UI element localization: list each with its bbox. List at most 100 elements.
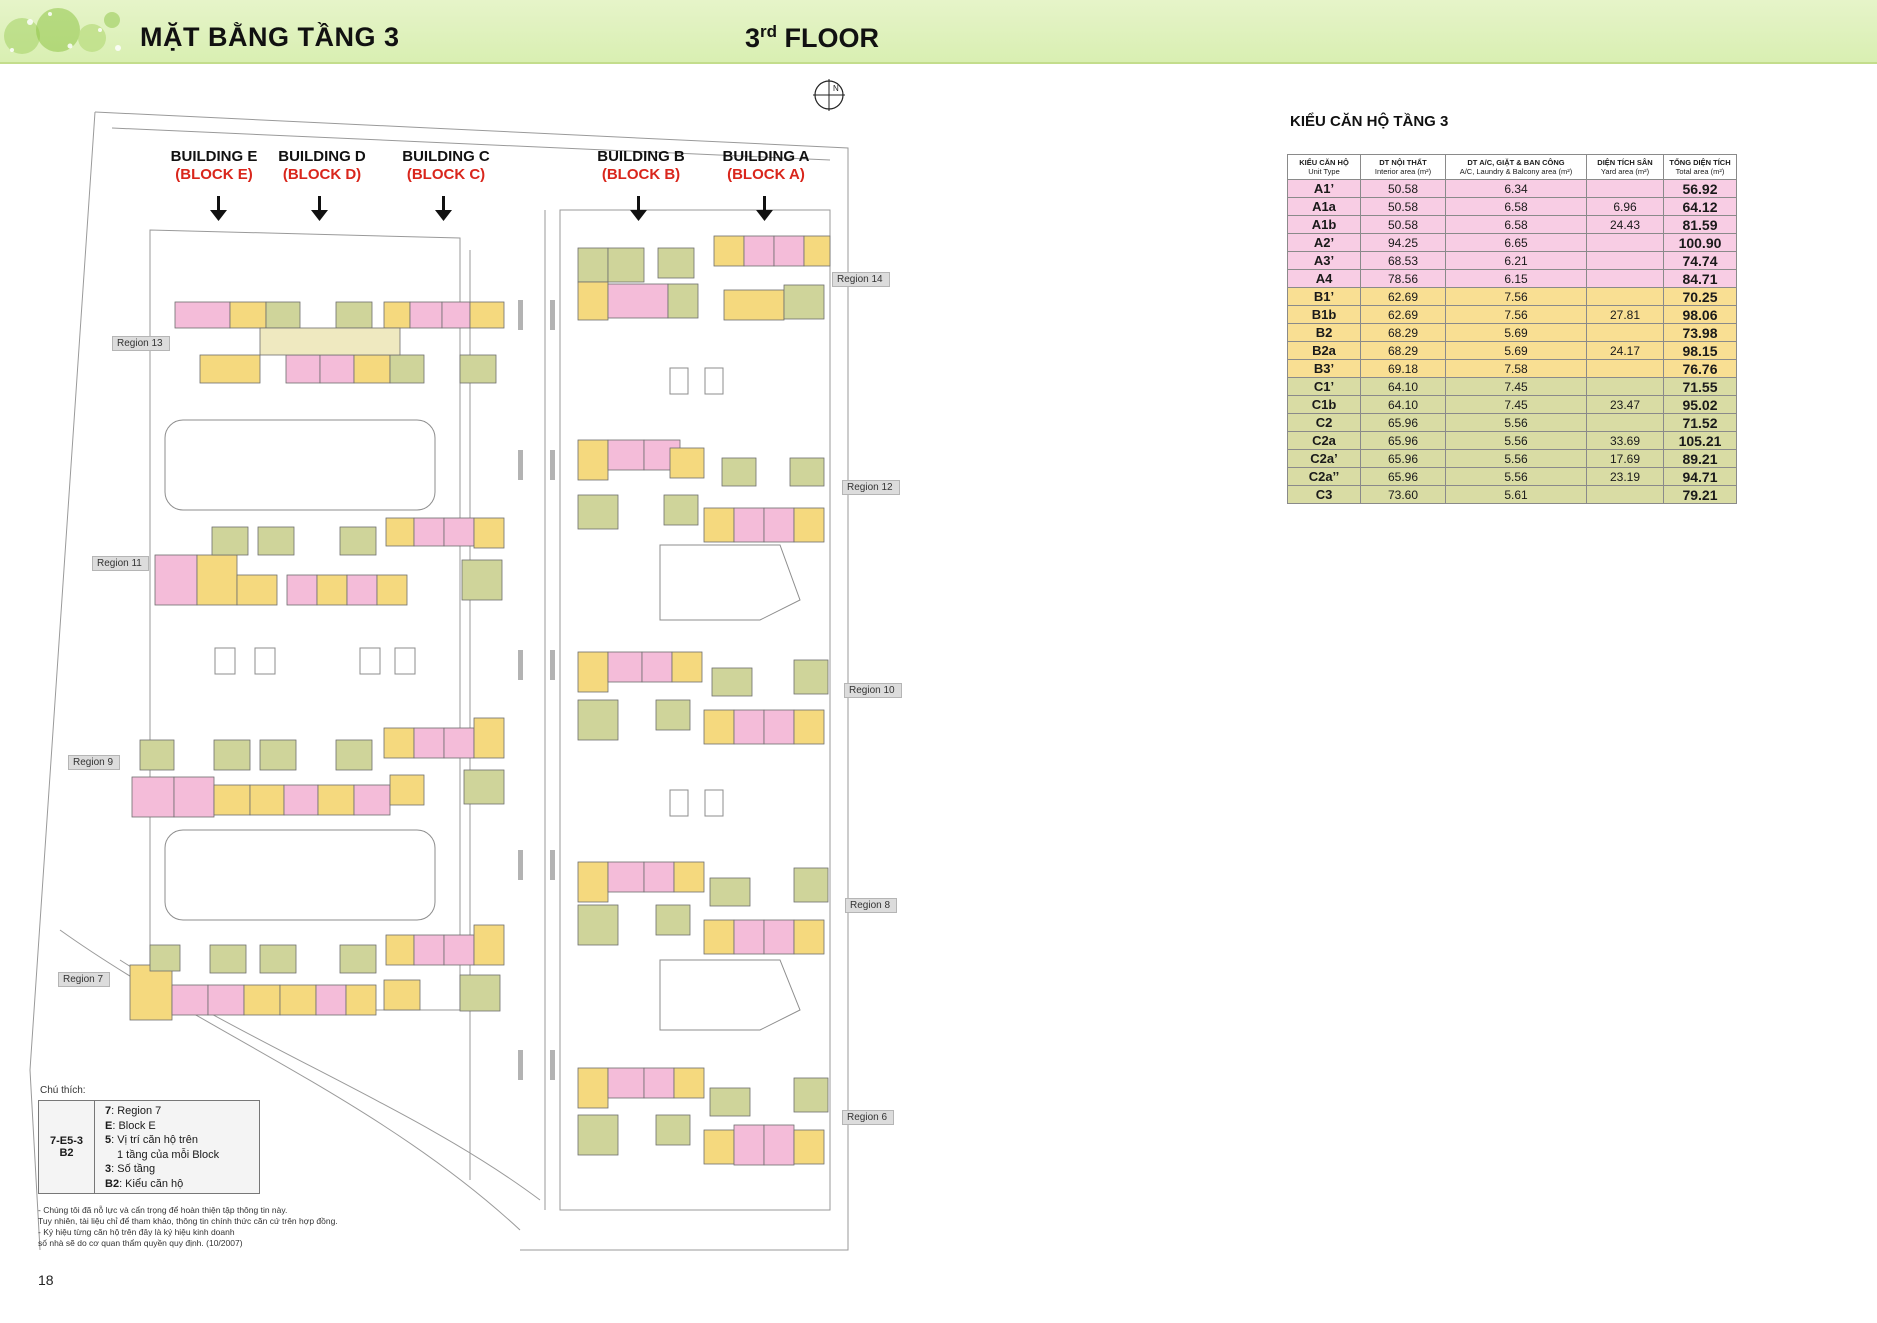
cell-yard bbox=[1586, 413, 1664, 432]
cell-unit-type: C1b bbox=[1287, 395, 1361, 414]
table-row: C2a 65.96 5.56 33.69 105.21 bbox=[1287, 431, 1737, 450]
legend-lines: 7: Region 7 E: Block E 5: Vị trí căn hộ … bbox=[105, 1104, 219, 1191]
note-line: số nhà sẽ do cơ quan thẩm quyền quy định… bbox=[38, 1238, 243, 1248]
legend-item: 1 tầng của mỗi Block bbox=[117, 1148, 220, 1161]
cell-yard bbox=[1586, 251, 1664, 270]
unit-table-body: A1’ 50.58 6.34 56.92 A1a 50.58 6.58 6.96 64.12 A1… bbox=[1287, 179, 1737, 504]
cell-yard bbox=[1586, 377, 1664, 396]
block-b-name: (BLOCK B) bbox=[601, 166, 681, 183]
cell-interior: 65.96 bbox=[1360, 467, 1446, 486]
cell-interior: 68.53 bbox=[1360, 251, 1446, 270]
cell-total: 105.21 bbox=[1663, 431, 1737, 450]
arrow-block-a-icon bbox=[756, 196, 773, 221]
col-header-interior: DT NỘI THẤT Interior area (m²) bbox=[1360, 154, 1446, 180]
unit-table-title: KIỂU CĂN HỘ TẦNG 3 bbox=[1290, 113, 1449, 130]
cell-total: 89.21 bbox=[1663, 449, 1737, 468]
cell-interior: 50.58 bbox=[1360, 215, 1446, 234]
legend-item: E: Block E bbox=[105, 1119, 156, 1132]
cell-ac-balcony: 6.65 bbox=[1445, 233, 1587, 252]
cell-unit-type: A1’ bbox=[1287, 179, 1361, 198]
floor-ordinal-suffix: rd bbox=[760, 22, 778, 41]
legend-code-line1: 7-E5-3 bbox=[49, 1135, 84, 1147]
building-e-name: BUILDING E bbox=[170, 148, 258, 165]
site-plan bbox=[29, 111, 849, 1251]
cell-unit-type: C1’ bbox=[1287, 377, 1361, 396]
region-10-building bbox=[577, 651, 829, 745]
header-bar: MẶT BẰNG TẦNG 3 3rd FLOOR bbox=[0, 0, 1877, 64]
col-header-total: TỔNG DIỆN TÍCH Total area (m²) bbox=[1663, 154, 1737, 180]
cell-unit-type: A1a bbox=[1287, 197, 1361, 216]
building-a-name: BUILDING A bbox=[722, 148, 810, 165]
table-row: A1’ 50.58 6.34 56.92 bbox=[1287, 179, 1737, 198]
region-8-tag: Region 8 bbox=[845, 898, 898, 913]
cell-interior: 62.69 bbox=[1360, 287, 1446, 306]
cell-total: 71.55 bbox=[1663, 377, 1737, 396]
region-6-building bbox=[577, 1067, 829, 1166]
page-title-english: 3rd FLOOR bbox=[745, 22, 879, 54]
cell-ac-balcony: 7.56 bbox=[1445, 305, 1587, 324]
region-10-tag: Region 10 bbox=[844, 683, 902, 698]
table-row: A3’ 68.53 6.21 74.74 bbox=[1287, 251, 1737, 270]
col-header-unit-type: KIỂU CĂN HỘ Unit Type bbox=[1287, 154, 1361, 180]
cell-ac-balcony: 5.56 bbox=[1445, 431, 1587, 450]
cell-yard bbox=[1586, 359, 1664, 378]
cell-unit-type: B3’ bbox=[1287, 359, 1361, 378]
cell-yard: 24.17 bbox=[1586, 341, 1664, 360]
legend-box: 7-E5-3 B2 7: Region 7 E: Block E 5: Vị t… bbox=[38, 1100, 260, 1194]
cell-ac-balcony: 6.58 bbox=[1445, 215, 1587, 234]
cell-interior: 65.96 bbox=[1360, 413, 1446, 432]
cell-unit-type: B1’ bbox=[1287, 287, 1361, 306]
cell-interior: 62.69 bbox=[1360, 305, 1446, 324]
arrow-block-c-icon bbox=[435, 196, 452, 221]
cell-interior: 78.56 bbox=[1360, 269, 1446, 288]
region-13-tag: Region 13 bbox=[112, 336, 170, 351]
cell-total: 94.71 bbox=[1663, 467, 1737, 486]
region-13-building bbox=[174, 301, 505, 384]
cell-total: 70.25 bbox=[1663, 287, 1737, 306]
cell-interior: 64.10 bbox=[1360, 395, 1446, 414]
cell-yard: 27.81 bbox=[1586, 305, 1664, 324]
cell-interior: 64.10 bbox=[1360, 377, 1446, 396]
cell-unit-type: A2’ bbox=[1287, 233, 1361, 252]
cell-unit-type: C2 bbox=[1287, 413, 1361, 432]
region-6-tag: Region 6 bbox=[842, 1110, 895, 1125]
cell-ac-balcony: 7.58 bbox=[1445, 359, 1587, 378]
table-row: C2 65.96 5.56 71.52 bbox=[1287, 413, 1737, 432]
note-line: - Chúng tôi đã nỗ lực và cẩn trọng để ho… bbox=[38, 1205, 288, 1215]
cell-unit-type: C2a’ bbox=[1287, 449, 1361, 468]
cell-total: 98.15 bbox=[1663, 341, 1737, 360]
table-row: A4 78.56 6.15 84.71 bbox=[1287, 269, 1737, 288]
block-arrows bbox=[210, 196, 773, 221]
cell-yard: 17.69 bbox=[1586, 449, 1664, 468]
table-row: C2a’’ 65.96 5.56 23.19 94.71 bbox=[1287, 467, 1737, 486]
cell-total: 71.52 bbox=[1663, 413, 1737, 432]
table-row: B2 68.29 5.69 73.98 bbox=[1287, 323, 1737, 342]
legend-item: 7: Region 7 bbox=[105, 1105, 162, 1117]
region-11-tag: Region 11 bbox=[92, 556, 149, 571]
page-number: 18 bbox=[38, 1272, 54, 1288]
cell-yard: 23.19 bbox=[1586, 467, 1664, 486]
cell-interior: 65.96 bbox=[1360, 449, 1446, 468]
cell-unit-type: B2a bbox=[1287, 341, 1361, 360]
parking-marks bbox=[518, 300, 555, 1080]
cell-yard: 24.43 bbox=[1586, 215, 1664, 234]
cell-unit-type: C2a bbox=[1287, 431, 1361, 450]
region-14-building bbox=[577, 235, 831, 321]
region-9-tag: Region 9 bbox=[68, 755, 121, 770]
table-row: B3’ 69.18 7.58 76.76 bbox=[1287, 359, 1737, 378]
building-b-name: BUILDING B bbox=[597, 148, 685, 165]
cell-unit-type: A3’ bbox=[1287, 251, 1361, 270]
unit-strips bbox=[129, 235, 831, 1166]
table-row: C1b 64.10 7.45 23.47 95.02 bbox=[1287, 395, 1737, 414]
cell-total: 76.76 bbox=[1663, 359, 1737, 378]
cell-total: 56.92 bbox=[1663, 179, 1737, 198]
note-line: Tuy nhiên, tài liệu chỉ để tham khảo, th… bbox=[38, 1216, 338, 1226]
cell-ac-balcony: 6.58 bbox=[1445, 197, 1587, 216]
cell-interior: 50.58 bbox=[1360, 179, 1446, 198]
unit-type-table: KIỂU CĂN HỘ Unit Type DT NỘI THẤT Interior… bbox=[1287, 154, 1737, 504]
cell-total: 84.71 bbox=[1663, 269, 1737, 288]
cell-total: 79.21 bbox=[1663, 485, 1737, 504]
cell-yard bbox=[1586, 323, 1664, 342]
cell-total: 81.59 bbox=[1663, 215, 1737, 234]
building-c-name: BUILDING C bbox=[402, 148, 490, 165]
